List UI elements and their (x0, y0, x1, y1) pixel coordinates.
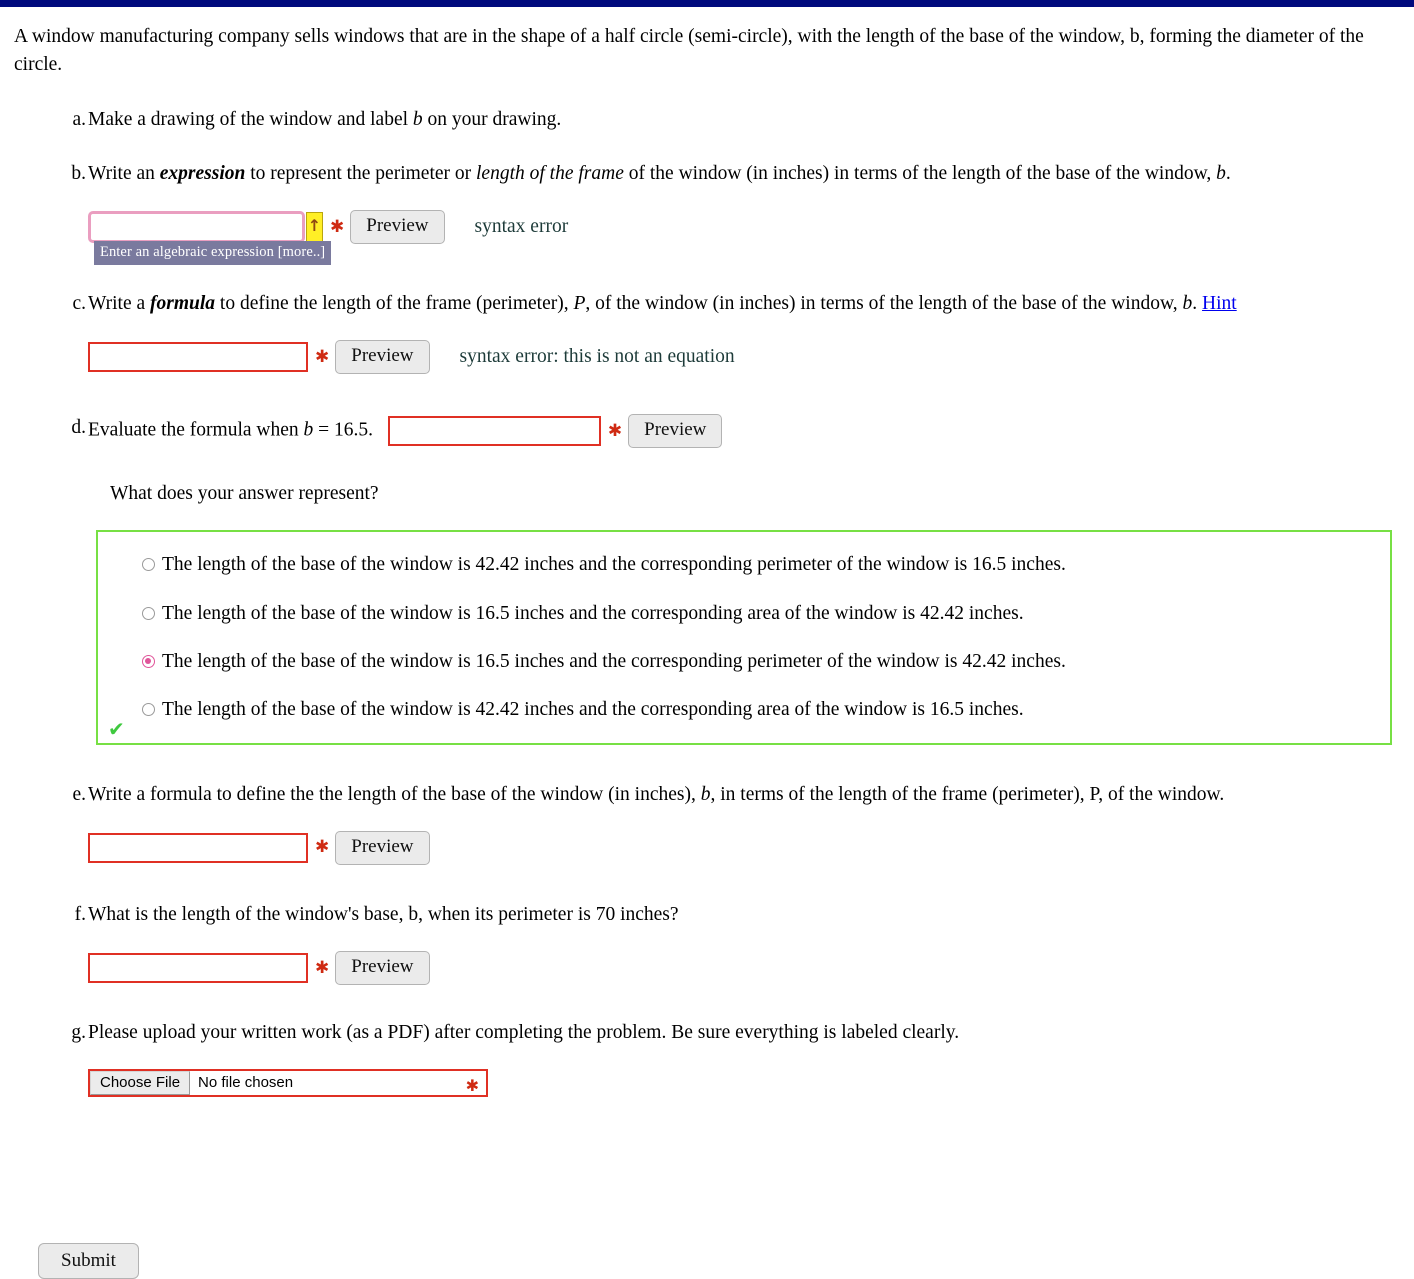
part-b-answer-row: ↑ ✱ Preview syntax error Enter an algebr… (88, 210, 1400, 266)
part-c-error-message: syntax error: this is not an equation (459, 346, 735, 368)
problem-page: A window manufacturing company sells win… (0, 23, 1414, 1098)
part-e-marker: e. (72, 783, 86, 805)
required-star-icon: ✱ (607, 420, 623, 441)
part-c-text-3: , of the window (in inches) in terms of … (585, 292, 1183, 314)
radio-option-4[interactable] (142, 703, 155, 717)
part-e: e. Write a formula to define the the len… (14, 781, 1400, 865)
part-b-variable: b (1216, 162, 1226, 184)
part-e-text-2: , in terms of the length of the frame (p… (710, 783, 1225, 805)
part-c-answer-input[interactable] (88, 342, 308, 373)
part-d-marker: d. (71, 417, 86, 439)
option-label: The length of the base of the window is … (162, 554, 1066, 576)
part-b-error-message: syntax error (474, 215, 569, 237)
part-a-question: Make a drawing of the window and label b… (88, 106, 1400, 134)
problem-statement: A window manufacturing company sells win… (14, 23, 1400, 80)
part-d-question: Evaluate the formula when b = 16.5. ✱ Pr… (88, 414, 1400, 448)
part-d-answer-row: ✱ Preview (387, 414, 723, 448)
part-d-variable: b (303, 419, 314, 441)
part-d-text-1: Evaluate the formula when (88, 419, 304, 441)
part-b-emphasis-expression: expression (159, 162, 246, 184)
part-c: c. Write a formula to define the length … (14, 290, 1400, 375)
part-a-variable: b (412, 108, 423, 130)
part-a-marker: a. (72, 108, 86, 130)
part-g-marker: g. (71, 1021, 86, 1043)
option-label: The length of the base of the window is … (162, 650, 1066, 672)
required-star-icon: ✱ (465, 1076, 479, 1096)
part-c-text-4: . (1192, 292, 1203, 314)
part-c-preview-button[interactable]: Preview (335, 340, 430, 375)
part-a-text-1: Make a drawing of the window and label (88, 108, 413, 130)
part-e-question: Write a formula to define the the length… (88, 781, 1400, 809)
up-arrow-icon[interactable]: ↑ (306, 212, 323, 242)
radio-option-1[interactable] (142, 558, 155, 572)
part-f-answer-input[interactable] (88, 953, 308, 983)
part-d-followup-question: What does your answer represent? (110, 483, 379, 504)
option-label: The length of the base of the window is … (162, 602, 1024, 624)
part-b-text-1: Write an (88, 162, 160, 184)
parts-list: a. Make a drawing of the window and labe… (14, 106, 1400, 1098)
part-e-answer-input[interactable] (88, 832, 308, 863)
part-c-emphasis-formula: formula (150, 292, 216, 314)
part-g: g. Please upload your written work (as a… (14, 1019, 1400, 1098)
part-f-marker: f. (74, 903, 86, 925)
part-c-variable-p: P (573, 292, 586, 314)
part-d-text-2: . (368, 419, 373, 441)
part-f-question: What is the length of the window's base,… (88, 903, 679, 925)
part-b-question: Write an expression to represent the per… (88, 160, 1400, 188)
option-row[interactable]: The length of the base of the window is … (98, 601, 1390, 626)
part-c-marker: c. (72, 292, 86, 314)
part-e-answer-row: ✱ Preview (88, 830, 1400, 865)
option-label: The length of the base of the window is … (162, 699, 1024, 721)
part-g-question: Please upload your written work (as a PD… (88, 1021, 960, 1043)
part-b-answer-input[interactable] (88, 211, 305, 243)
choose-file-button[interactable]: Choose File (90, 1071, 191, 1096)
required-star-icon: ✱ (330, 216, 345, 237)
option-row[interactable]: The length of the base of the window is … (98, 552, 1390, 577)
part-b-input-tooltip: Enter an algebraic expression [more..] (94, 241, 332, 266)
part-b-text-2: to represent the perimeter or (245, 162, 477, 184)
required-star-icon: ✱ (315, 837, 330, 858)
problem-statement-text: A window manufacturing company sells win… (14, 26, 1364, 76)
file-upload-control[interactable]: Choose File No file chosen ✱ (88, 1069, 488, 1098)
radio-option-3[interactable] (142, 654, 155, 668)
part-c-hint-link[interactable]: Hint (1202, 293, 1237, 314)
part-c-text-1: Write a (88, 292, 151, 314)
submit-button[interactable]: Submit (38, 1243, 139, 1279)
part-b: b. Write an expression to represent the … (14, 160, 1400, 266)
option-row[interactable]: The length of the base of the window is … (98, 697, 1390, 722)
required-star-icon: ✱ (315, 957, 330, 978)
part-b-marker: b. (71, 162, 86, 184)
part-d-value: 16.5 (334, 419, 369, 441)
part-d-equals: = (313, 419, 334, 441)
part-b-preview-button[interactable]: Preview (350, 210, 445, 244)
part-c-question: Write a formula to define the length of … (88, 290, 1400, 318)
part-b-text-3: of the window (in inches) in terms of th… (623, 162, 1217, 184)
correct-check-icon: ✔ (108, 716, 125, 741)
part-d-answer-input[interactable] (387, 416, 601, 447)
part-e-preview-button[interactable]: Preview (335, 830, 430, 865)
option-row[interactable]: The length of the base of the window is … (98, 649, 1390, 674)
part-f-answer-row: ✱ Preview (88, 951, 1400, 985)
part-a: a. Make a drawing of the window and labe… (14, 106, 1400, 134)
part-f: f. What is the length of the window's ba… (14, 901, 1400, 985)
top-accent-bar (0, 0, 1414, 7)
part-c-text-2: to define the length of the frame (perim… (215, 292, 574, 314)
part-b-emphasis-frame: length of the frame (476, 162, 624, 184)
part-d-options-group: The length of the base of the window is … (96, 530, 1392, 745)
part-e-text-1: Write a formula to define the the length… (88, 783, 701, 805)
part-d: d. Evaluate the formula when b = 16.5. ✱… (14, 414, 1400, 745)
part-c-variable-b: b (1182, 292, 1193, 314)
part-d-preview-button[interactable]: Preview (628, 414, 723, 448)
radio-option-2[interactable] (142, 606, 155, 620)
part-f-preview-button[interactable]: Preview (335, 951, 430, 985)
part-c-answer-row: ✱ Preview syntax error: this is not an e… (88, 340, 1400, 375)
required-star-icon: ✱ (315, 346, 330, 367)
part-b-text-4: . (1225, 162, 1231, 184)
file-name-label: No file chosen (198, 1074, 294, 1092)
part-a-text-2: on your drawing. (422, 108, 562, 130)
